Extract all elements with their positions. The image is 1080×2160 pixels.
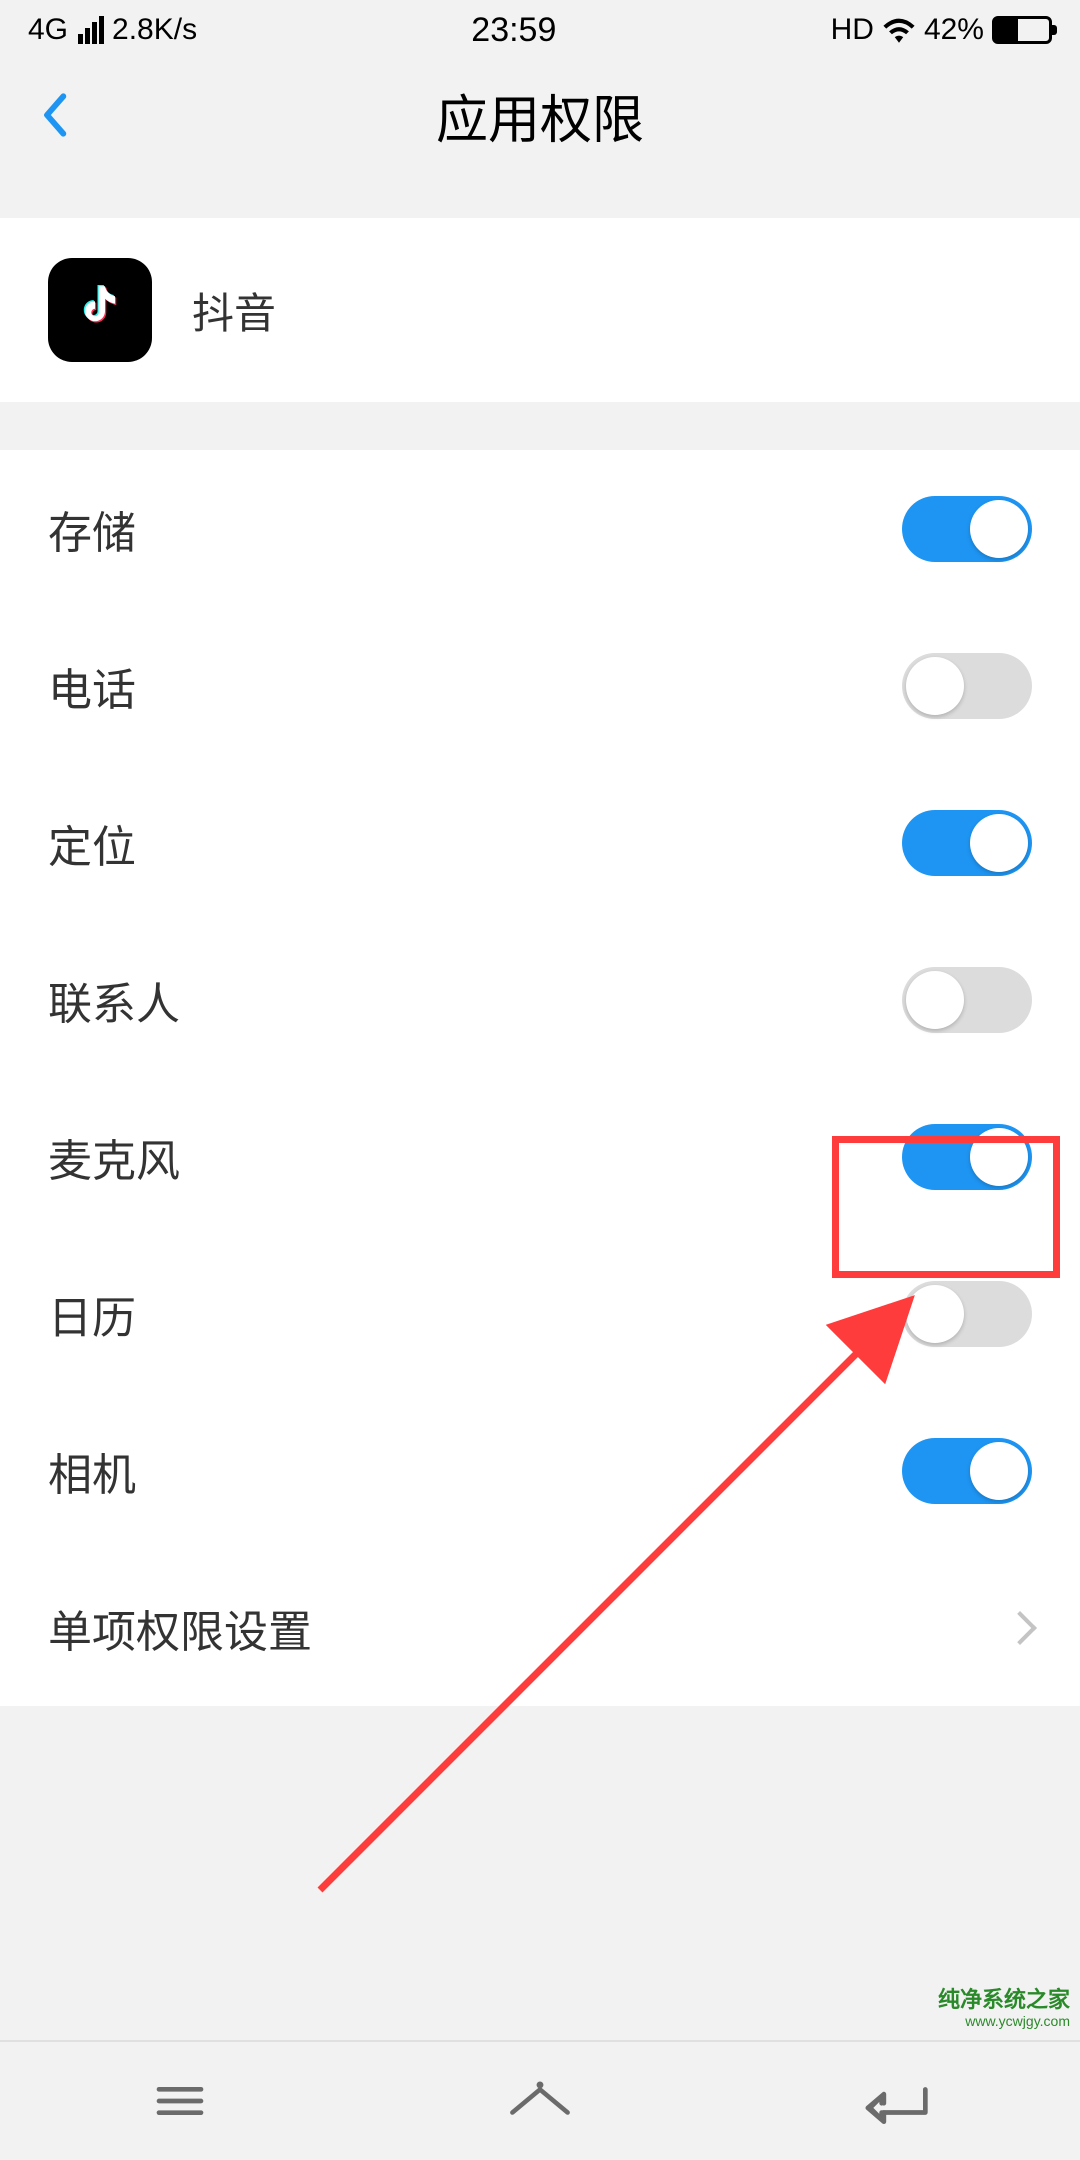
back-button[interactable] (40, 85, 80, 145)
advanced-label: 单项权限设置 (48, 1596, 312, 1660)
status-bar: 4G 2.8K/s 23:59 HD 42% (0, 0, 1080, 60)
watermark: 纯净系统之家 www.ycwjgy.com (938, 1987, 1070, 2030)
battery-icon (992, 16, 1052, 44)
toggle-storage[interactable] (902, 496, 1032, 562)
douyin-icon (70, 280, 130, 340)
status-time: 23:59 (471, 11, 556, 50)
status-left: 4G 2.8K/s (28, 13, 197, 47)
perm-item-storage: 存储 (0, 450, 1080, 607)
app-name: 抖音 (192, 280, 276, 341)
app-icon-douyin (48, 258, 152, 362)
home-icon (505, 2078, 575, 2124)
perm-label: 存储 (48, 497, 136, 561)
page-title: 应用权限 (0, 78, 1080, 153)
perm-item-microphone: 麦克风 (0, 1078, 1080, 1235)
nav-back-button[interactable] (860, 2071, 940, 2131)
wifi-icon (882, 17, 916, 43)
watermark-line1: 纯净系统之家 (938, 1987, 1070, 2013)
perm-item-location: 定位 (0, 764, 1080, 921)
toggle-phone[interactable] (902, 653, 1032, 719)
status-right: HD 42% (831, 13, 1052, 47)
nav-home-button[interactable] (500, 2071, 580, 2131)
perm-item-phone: 电话 (0, 607, 1080, 764)
network-speed: 2.8K/s (112, 13, 197, 47)
watermark-line2: www.ycwjgy.com (938, 2013, 1070, 2030)
section-gap-2 (0, 402, 1080, 450)
nav-recent-button[interactable] (140, 2071, 220, 2131)
app-row: 抖音 (0, 218, 1080, 402)
network-label: 4G (28, 13, 68, 47)
chevron-right-icon (1003, 1611, 1037, 1645)
perm-item-camera: 相机 (0, 1392, 1080, 1549)
battery-percent: 42% (924, 13, 984, 47)
perm-item-contacts: 联系人 (0, 921, 1080, 1078)
toggle-calendar[interactable] (902, 1281, 1032, 1347)
section-gap (0, 170, 1080, 218)
header: 应用权限 (0, 60, 1080, 170)
perm-label: 日历 (48, 1282, 136, 1346)
chevron-left-icon (40, 91, 68, 139)
perm-item-calendar: 日历 (0, 1235, 1080, 1392)
toggle-contacts[interactable] (902, 967, 1032, 1033)
toggle-location[interactable] (902, 810, 1032, 876)
perm-label: 联系人 (48, 968, 180, 1032)
signal-icon (78, 16, 104, 44)
perm-label: 电话 (48, 654, 136, 718)
toggle-camera[interactable] (902, 1438, 1032, 1504)
menu-icon (152, 2080, 208, 2122)
perm-label: 定位 (48, 811, 136, 875)
toggle-microphone[interactable] (902, 1124, 1032, 1190)
advanced-permissions-row[interactable]: 单项权限设置 (0, 1549, 1080, 1706)
back-icon (865, 2078, 935, 2124)
permission-list: 存储 电话 定位 联系人 麦克风 日历 相机 单项权限设置 (0, 450, 1080, 1706)
nav-bar (0, 2040, 1080, 2160)
hd-label: HD (831, 13, 874, 47)
perm-label: 麦克风 (48, 1125, 180, 1189)
perm-label: 相机 (48, 1439, 136, 1503)
